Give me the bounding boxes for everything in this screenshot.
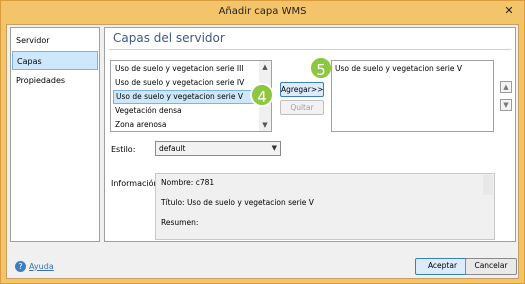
title-bar[interactable]: Añadir capa WMS ✕ xyxy=(1,1,524,24)
scroll-down-icon[interactable]: ▼ xyxy=(259,119,271,131)
nav-item-capas[interactable]: Capas xyxy=(12,51,98,70)
list-item[interactable]: Uso de suelo y vegetacion serie V xyxy=(335,64,490,73)
cancel-button[interactable]: Cancelar xyxy=(465,258,517,275)
info-textbox[interactable]: Nombre: c781 Título: Uso de suelo y vege… xyxy=(155,173,495,240)
panel-title: Capas del servidor xyxy=(113,31,225,45)
move-down-icon[interactable]: ▼ xyxy=(500,99,512,111)
list-item[interactable]: Uso de suelo y vegetacion serie III xyxy=(113,62,259,76)
step-4-badge: 4 xyxy=(250,83,274,107)
ok-button[interactable]: Aceptar xyxy=(415,258,470,275)
info-abstract: Resumen: xyxy=(161,218,199,227)
dialog-window: Añadir capa WMS ✕ Servidor Capas Propied… xyxy=(0,0,525,284)
list-item[interactable]: Zona arenosa xyxy=(113,118,259,131)
dialog-body: Servidor Capas Propiedades Capas del ser… xyxy=(6,24,519,279)
list-item[interactable]: Vegetación densa xyxy=(113,104,259,118)
move-up-icon[interactable]: ▲ xyxy=(500,81,512,93)
nav-item-servidor[interactable]: Servidor xyxy=(12,31,98,50)
info-label: Información: xyxy=(111,179,162,188)
layers-panel: Capas del servidor Uso de suelo y vegeta… xyxy=(104,27,516,242)
nav-item-propiedades[interactable]: Propiedades xyxy=(12,71,98,90)
available-layers-list[interactable]: Uso de suelo y vegetacion serie III Uso … xyxy=(110,60,272,132)
style-label: Estilo: xyxy=(111,145,136,154)
info-scrollbar[interactable] xyxy=(483,175,493,195)
navigation-list: Servidor Capas Propiedades xyxy=(10,27,100,242)
chevron-down-icon: ▼ xyxy=(271,144,277,152)
help-label[interactable]: Ayuda xyxy=(29,262,54,271)
remove-layer-button[interactable]: Quitar xyxy=(280,100,324,115)
help-icon: ? xyxy=(15,261,26,272)
info-title: Título: Uso de suelo y vegetacion serie … xyxy=(161,198,314,207)
selected-layers-list[interactable]: Uso de suelo y vegetacion serie V xyxy=(331,60,494,132)
style-dropdown[interactable]: default ▼ xyxy=(155,141,281,156)
add-layer-button[interactable]: Agregar>> xyxy=(280,82,324,97)
list-item-selected[interactable]: Uso de suelo y vegetacion serie V xyxy=(113,90,259,104)
list-item[interactable]: Uso de suelo y vegetacion serie IV xyxy=(113,76,259,90)
title-divider xyxy=(109,49,511,50)
window-title: Añadir capa WMS xyxy=(218,6,307,17)
step-5-badge: 5 xyxy=(309,56,333,80)
style-value: default xyxy=(159,144,186,153)
scroll-up-icon[interactable]: ▲ xyxy=(259,61,271,73)
info-name: Nombre: c781 xyxy=(161,178,215,187)
close-button[interactable]: ✕ xyxy=(500,3,518,19)
